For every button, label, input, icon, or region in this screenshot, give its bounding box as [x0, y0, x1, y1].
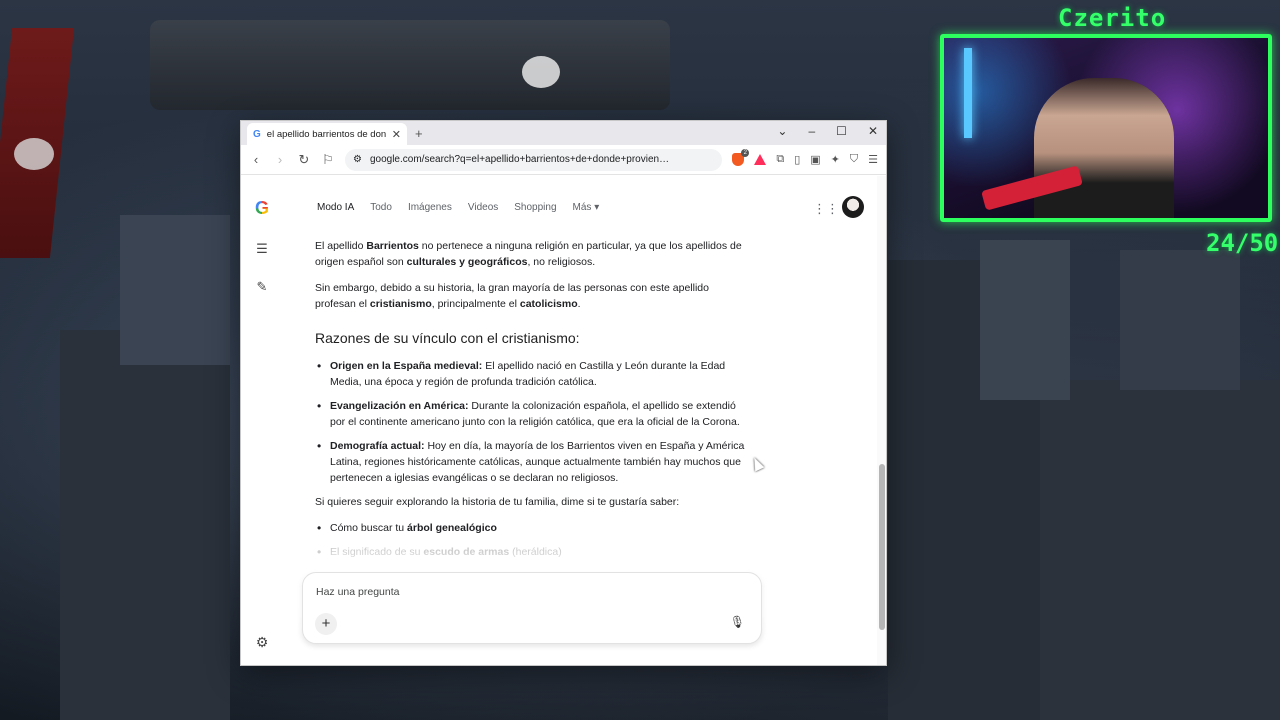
tab-google-search[interactable]: G el apellido barrientos de donde pr ✕ [247, 123, 407, 145]
minimize-window-icon[interactable]: – [808, 124, 815, 138]
address-bar[interactable]: ⚙ google.com/search?q=el+apellido+barrie… [345, 148, 723, 171]
address-toolbar: ‹ › ↻ ⚐ ⚙ google.com/search?q=el+apellid… [241, 145, 886, 175]
ask-input[interactable]: Haz una pregunta [316, 586, 399, 598]
webcam-streamer [1034, 78, 1174, 218]
webcam-frame [940, 34, 1272, 222]
reasons-list: Origen en la España medieval: El apellid… [315, 358, 749, 486]
browser-window: G el apellido barrientos de donde pr ✕ +… [240, 120, 887, 666]
close-tab-icon[interactable]: ✕ [392, 128, 401, 141]
tab-imagenes[interactable]: Imágenes [408, 202, 452, 213]
maximize-window-icon[interactable]: ☐ [836, 124, 847, 138]
followup-text: Si quieres seguir explorando la historia… [315, 496, 680, 508]
background-building [980, 240, 1070, 400]
close-window-icon[interactable]: ✕ [868, 124, 878, 138]
tab-videos[interactable]: Videos [468, 202, 498, 213]
list-item: Evangelización en América: Durante la co… [315, 398, 749, 430]
tab-shopping[interactable]: Shopping [514, 202, 556, 213]
background-airship-emblem [522, 56, 560, 88]
list-item: Origen en la España medieval: El apellid… [315, 358, 749, 390]
forward-icon[interactable]: › [273, 152, 287, 167]
answer-paragraph: Sin embargo, debido a su historia, la gr… [315, 282, 709, 310]
tab-mas[interactable]: Más ▾ [573, 202, 600, 213]
brave-rewards-icon[interactable] [754, 154, 767, 165]
scrollbar-thumb[interactable] [879, 464, 885, 630]
back-icon[interactable]: ‹ [249, 152, 263, 167]
background-building [60, 330, 230, 720]
tab-bar: G el apellido barrientos de donde pr ✕ +… [241, 121, 886, 145]
background-building [1040, 380, 1280, 720]
tab-list-chevron-icon[interactable]: ⌄ [777, 124, 787, 138]
answer-paragraph: El apellido Barrientos no pertenece a ni… [315, 240, 742, 268]
background-airship [150, 20, 670, 110]
new-chat-icon[interactable]: ✎ [257, 279, 268, 295]
list-item: Demografía actual: Hoy en día, la mayorí… [315, 438, 749, 486]
add-attachment-button[interactable]: + [315, 613, 337, 635]
followup-list: Cómo buscar tu árbol genealógico El sign… [315, 520, 749, 560]
menu-icon[interactable]: ☰ [868, 153, 878, 166]
reload-icon[interactable]: ↻ [297, 152, 311, 168]
microphone-icon[interactable]: 🎙 [730, 615, 745, 629]
google-page: G ☰ ✎ ⚙ Modo IA Todo Imágenes Videos Sho… [241, 176, 886, 665]
list-item: El significado de su escudo de armas (he… [315, 544, 749, 560]
window-controls: ⌄ – ☐ ✕ [777, 124, 878, 138]
google-favicon-icon: G [253, 128, 261, 140]
bookmark-icon[interactable]: ⚐ [321, 152, 335, 168]
stream-counter: 24/50 [1206, 229, 1279, 257]
search-nav-tabs: Modo IA Todo Imágenes Videos Shopping Má… [317, 202, 599, 213]
background-banner-emblem [14, 138, 54, 170]
answer-heading: Razones de su vínculo con el cristianism… [315, 330, 580, 346]
extensions-puzzle-icon[interactable]: ⧉ [776, 153, 784, 166]
streamer-name: Czerito [1058, 4, 1167, 32]
list-item: Cómo buscar tu árbol genealógico [315, 520, 749, 536]
url-text: google.com/search?q=el+apellido+barrient… [369, 154, 670, 165]
scrollbar[interactable] [877, 176, 886, 665]
wallet-icon[interactable]: ▣ [810, 153, 820, 166]
gear-icon[interactable]: ⚙ [256, 634, 269, 651]
sidebar-icon[interactable]: ▯ [794, 153, 800, 166]
shields-count-badge: 2 [741, 149, 750, 157]
tab-title: el apellido barrientos de donde pr [266, 128, 386, 140]
google-logo-icon[interactable]: G [255, 198, 269, 219]
history-menu-icon[interactable]: ☰ [256, 241, 268, 257]
leo-ai-icon[interactable]: ✦ [831, 153, 840, 166]
vpn-shield-icon[interactable]: ⛉ [850, 153, 858, 166]
background-building [120, 215, 230, 365]
tab-modo-ia[interactable]: Modo IA [317, 202, 354, 213]
new-tab-button[interactable]: + [415, 126, 423, 141]
tab-todo[interactable]: Todo [370, 202, 392, 213]
avatar[interactable] [842, 196, 864, 218]
background-building [1120, 250, 1240, 390]
webcam-neon-light [964, 48, 972, 138]
left-rail: G ☰ ✎ ⚙ [241, 176, 283, 665]
site-settings-icon[interactable]: ⚙ [353, 154, 362, 165]
ai-answer: El apellido Barrientos no pertenece a ni… [315, 238, 749, 568]
extension-icons: ⧉ ▯ ▣ ✦ ⛉ ☰ [776, 153, 878, 166]
ask-composer[interactable]: Haz una pregunta + 🎙 [302, 572, 762, 644]
brave-shields-icon[interactable]: 2 [732, 149, 750, 166]
